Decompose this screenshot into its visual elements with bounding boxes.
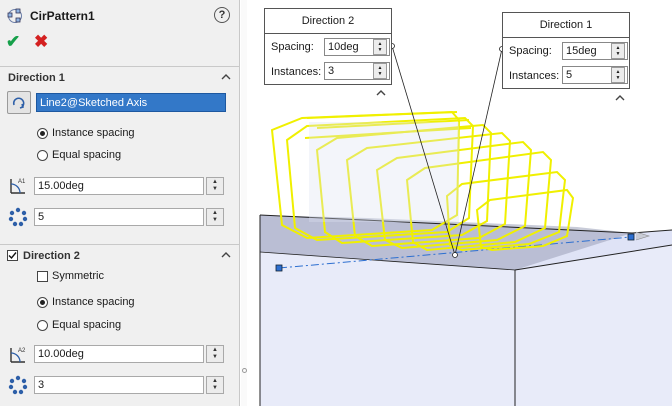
d2-instances-field[interactable]: 3 — [34, 376, 204, 394]
reverse-direction-button[interactable] — [7, 91, 31, 114]
direction1-callout[interactable]: Direction 1 Spacing: 15deg ▲ ▼ Instances:… — [502, 12, 630, 89]
d1-equal-spacing-label: Equal spacing — [52, 149, 122, 161]
direction2-title: Direction 2 — [23, 249, 80, 262]
d1-spacing-spinner[interactable]: ▲ ▼ — [611, 43, 625, 59]
d2-angle-field[interactable]: 10.00deg — [34, 345, 204, 363]
radio-selected[interactable] — [37, 296, 48, 308]
d1-equal-spacing-radio[interactable]: Equal spacing — [37, 149, 121, 161]
feature-title: CirPattern1 — [30, 9, 95, 23]
d1-angle-field[interactable]: 15.00deg — [34, 177, 204, 195]
preview-shade — [309, 122, 459, 222]
direction2-checkbox[interactable] — [7, 250, 18, 261]
d1-instances-spinner[interactable]: ▲ ▼ — [611, 67, 625, 83]
chevron-up-icon[interactable] — [614, 93, 626, 103]
reverse-direction-icon — [12, 96, 25, 109]
direction2-header[interactable]: Direction 2 — [0, 244, 240, 266]
instances-label: Instances: — [509, 70, 560, 82]
callout-title: Direction 1 — [539, 19, 593, 31]
axis-selection-box[interactable]: Line2@Sketched Axis — [36, 93, 226, 112]
d2-instances-spinner[interactable]: ▲ ▼ — [373, 63, 387, 79]
axis-endpoint-handle[interactable] — [275, 264, 283, 272]
d1-angle-spinner[interactable]: ▲ ▼ — [206, 177, 224, 195]
help-icon[interactable]: ? — [214, 7, 230, 23]
chevron-up-icon[interactable] — [375, 88, 387, 98]
feature-header: CirPattern1 — [6, 6, 95, 26]
radio-unselected[interactable] — [37, 149, 48, 161]
spacing-label: Spacing: — [271, 41, 314, 53]
d2-instance-spacing-label: Instance spacing — [52, 296, 135, 308]
angle-icon: A1 — [10, 179, 26, 194]
cancel-button[interactable]: ✖ — [34, 33, 48, 51]
symmetric-label: Symmetric — [52, 270, 104, 282]
direction1-header[interactable]: Direction 1 — [0, 66, 240, 88]
d2-angle-spinner[interactable]: ▲ ▼ — [206, 345, 224, 363]
d2-equal-spacing-label: Equal spacing — [52, 319, 122, 331]
circular-pattern-icon — [7, 8, 22, 23]
instances-icon — [8, 207, 28, 227]
d2-spacing-spinner[interactable]: ▲ ▼ — [373, 39, 387, 55]
callout-title: Direction 2 — [301, 15, 355, 27]
d1-instances-spinner[interactable]: ▲ ▼ — [206, 208, 224, 226]
radio-selected[interactable] — [37, 127, 48, 139]
symmetric-checkbox[interactable]: Symmetric — [37, 270, 104, 282]
axis-endpoint-handle[interactable] — [627, 233, 635, 241]
direction1-title: Direction 1 — [8, 71, 65, 84]
d1-instances-field[interactable]: 5 — [34, 208, 204, 226]
chevron-up-icon[interactable] — [220, 71, 232, 83]
instances-label: Instances: — [271, 66, 322, 78]
d2-equal-spacing-radio[interactable]: Equal spacing — [37, 319, 121, 331]
spacing-label: Spacing: — [509, 45, 552, 57]
property-manager: CirPattern1 ? ✔ ✖ Direction 1 Line2@Sket… — [0, 0, 240, 406]
direction2-callout[interactable]: Direction 2 Spacing: 10deg ▲ ▼ Instances:… — [264, 8, 392, 85]
ok-button[interactable]: ✔ — [6, 33, 20, 51]
checkmark-icon — [8, 252, 17, 260]
radio-unselected[interactable] — [37, 319, 48, 331]
d2-instance-spacing-radio[interactable]: Instance spacing — [37, 296, 135, 308]
d2-instances-spinner[interactable]: ▲ ▼ — [206, 376, 224, 394]
instances-icon — [8, 375, 28, 395]
graphics-area[interactable]: Direction 2 Spacing: 10deg ▲ ▼ Instances:… — [247, 0, 672, 406]
svg-text:A2: A2 — [18, 348, 26, 354]
d1-instance-spacing-radio[interactable]: Instance spacing — [37, 127, 135, 139]
angle-icon: A2 — [10, 348, 26, 363]
d1-instance-spacing-label: Instance spacing — [52, 127, 135, 139]
checkbox-unchecked[interactable] — [37, 270, 48, 282]
chevron-up-icon[interactable] — [220, 249, 232, 261]
svg-text:A1: A1 — [18, 179, 26, 185]
